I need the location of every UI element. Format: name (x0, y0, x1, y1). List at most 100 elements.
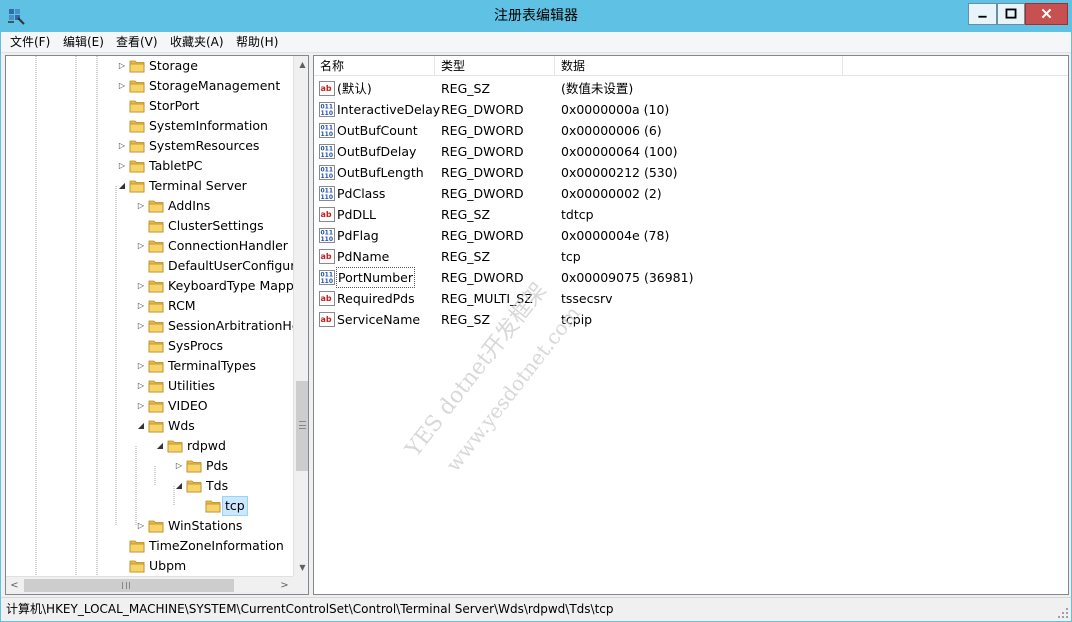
tree-item[interactable]: ▷ Pds (6, 456, 292, 476)
tree-item[interactable]: ▷ Utilities (6, 376, 292, 396)
tree-item[interactable]: ▷ SystemResources (6, 136, 292, 156)
close-button[interactable] (1025, 3, 1068, 25)
scroll-up-icon[interactable]: ▲ (294, 56, 308, 73)
collapse-icon[interactable]: ◢ (174, 476, 184, 496)
tree-item[interactable]: ▷ Storage (6, 56, 292, 76)
expand-icon[interactable]: ▷ (136, 376, 146, 396)
menu-favorites[interactable]: 收藏夹(A) (165, 32, 229, 53)
key-tree[interactable]: ▷ Storage ▷ StorageManagement StorPort System… (5, 55, 309, 595)
tree-item[interactable]: ◢ Wds (6, 416, 292, 436)
value-row[interactable]: 011 110 PdFlag REG_DWORD 0x0000004e (78) (314, 225, 1068, 246)
tree-horizontal-scrollbar[interactable]: < > (6, 576, 293, 594)
expand-icon[interactable]: ▷ (136, 196, 146, 216)
value-row[interactable]: 011 110 OutBufLength REG_DWORD 0x00000212 (5… (314, 162, 1068, 183)
tree-item[interactable]: ▷ RCM (6, 296, 292, 316)
menu-help[interactable]: 帮助(H) (231, 32, 283, 53)
minimize-icon (978, 15, 987, 18)
expand-icon[interactable]: ▷ (136, 396, 146, 416)
expand-icon[interactable]: ▷ (117, 76, 127, 96)
expand-icon[interactable]: ▷ (136, 296, 146, 316)
expand-icon[interactable]: ▷ (136, 236, 146, 256)
folder-icon (129, 120, 145, 133)
column-data[interactable]: 数据 (555, 56, 843, 76)
value-row[interactable]: ab RequiredPds REG_MULTI_SZ tssecsrv (314, 288, 1068, 309)
maximize-button[interactable] (997, 3, 1025, 25)
expand-icon[interactable]: ▷ (136, 276, 146, 296)
expand-icon[interactable]: ▷ (136, 316, 146, 336)
menu-edit[interactable]: 编辑(E) (58, 32, 109, 53)
tree-item[interactable]: ◢ Tds (6, 476, 292, 496)
tree-item[interactable]: ◢ rdpwd (6, 436, 292, 456)
tree-vertical-scrollbar[interactable]: ▲ ▼ (293, 56, 308, 576)
tree-item[interactable]: TimeZoneInformation (6, 536, 292, 556)
value-data: tcpip (561, 312, 593, 327)
value-row[interactable]: 011 110 PdClass REG_DWORD 0x00000002 (2) (314, 183, 1068, 204)
scroll-left-icon[interactable]: < (6, 577, 23, 594)
title-bar[interactable]: 注册表编辑器 (0, 0, 1072, 32)
value-row[interactable]: ab (默认) REG_SZ (数值未设置) (314, 78, 1068, 99)
expand-icon[interactable]: ▷ (117, 156, 127, 176)
expand-icon[interactable]: ▷ (136, 516, 146, 536)
tree-item-label: KeyboardType Mappi (168, 278, 298, 293)
tree-item[interactable]: ▷ VIDEO (6, 396, 292, 416)
value-row[interactable]: ab ServiceName REG_SZ tcpip (314, 309, 1068, 330)
tree-item[interactable]: DefaultUserConfigurat (6, 256, 308, 276)
collapse-icon[interactable]: ◢ (136, 416, 146, 436)
value-name: PdName (337, 249, 390, 264)
value-row[interactable]: 011 110 OutBufDelay REG_DWORD 0x00000064 (10… (314, 141, 1068, 162)
tree-item[interactable]: SysProcs (6, 336, 292, 356)
expand-icon (193, 496, 203, 516)
expand-icon (117, 536, 127, 556)
tree-item[interactable]: ▷ WinStations (6, 516, 292, 536)
tree-item[interactable]: Ubpm (6, 556, 292, 576)
folder-icon (148, 260, 164, 273)
value-name: InteractiveDelay (337, 102, 441, 117)
tree-item[interactable]: ▷ ConnectionHandler (6, 236, 292, 256)
value-row[interactable]: 011 110 OutBufCount REG_DWORD 0x00000006 (6) (314, 120, 1068, 141)
value-row[interactable]: ab PdName REG_SZ tcp (314, 246, 1068, 267)
menu-view[interactable]: 查看(V) (111, 32, 163, 53)
tree-item[interactable]: StorPort (6, 96, 292, 116)
tree-item[interactable]: ▷ KeyboardType Mappi (6, 276, 297, 296)
collapse-icon[interactable]: ◢ (155, 436, 165, 456)
value-type: REG_DWORD (441, 165, 524, 180)
tree-item[interactable]: ▷ StorageManagement (6, 76, 292, 96)
tree-item[interactable]: SystemInformation (6, 116, 292, 136)
expand-icon[interactable]: ▷ (117, 56, 127, 76)
expand-icon[interactable]: ▷ (136, 356, 146, 376)
tree-item[interactable]: ▷ TabletPC (6, 156, 292, 176)
status-path: 计算机\HKEY_LOCAL_MACHINE\SYSTEM\CurrentCon… (6, 602, 614, 616)
value-row[interactable]: 011 110 InteractiveDelay REG_DWORD 0x0000000… (314, 99, 1068, 120)
scroll-right-icon[interactable]: > (276, 577, 293, 594)
value-row[interactable]: ab PdDLL REG_SZ tdtcp (314, 204, 1068, 225)
scroll-thumb-horizontal[interactable] (24, 579, 234, 592)
svg-text:110: 110 (321, 173, 334, 180)
column-type[interactable]: 类型 (435, 56, 555, 76)
tree-item[interactable]: ▷ SessionArbitrationHelp (6, 316, 308, 336)
value-data: 0x0000000a (10) (561, 102, 670, 117)
scroll-thumb[interactable] (296, 381, 308, 471)
scroll-down-icon[interactable]: ▼ (294, 559, 308, 576)
resize-grip-icon[interactable] (1057, 607, 1069, 619)
tree-item[interactable]: ▷ AddIns (6, 196, 292, 216)
value-list[interactable]: 名称 类型 数据 ab (默认) REG_SZ (数值未设置) 011 110 Intera… (313, 55, 1069, 595)
value-name: RequiredPds (337, 291, 415, 306)
tree-item[interactable]: ▷ TerminalTypes (6, 356, 292, 376)
column-name[interactable]: 名称 (314, 56, 435, 76)
value-type: REG_DWORD (441, 270, 524, 285)
expand-icon[interactable]: ▷ (117, 136, 127, 156)
tree-item[interactable]: ◢ Terminal Server (6, 176, 292, 196)
value-row[interactable]: 011 110 PortNumber REG_DWORD 0x00009075 (369… (314, 267, 1068, 288)
tree-item[interactable]: ClusterSettings (6, 216, 292, 236)
value-data: 0x00000002 (2) (561, 186, 662, 201)
menu-file[interactable]: 文件(F) (5, 32, 55, 53)
minimize-button[interactable] (968, 3, 997, 25)
folder-icon (148, 520, 164, 533)
expand-icon[interactable]: ▷ (174, 456, 184, 476)
tree-item-label: TabletPC (149, 158, 203, 173)
folder-icon (129, 160, 145, 173)
folder-icon (148, 380, 164, 393)
tree-item[interactable]: tcp (6, 496, 292, 516)
value-name: PdDLL (337, 207, 377, 222)
collapse-icon[interactable]: ◢ (117, 176, 127, 196)
